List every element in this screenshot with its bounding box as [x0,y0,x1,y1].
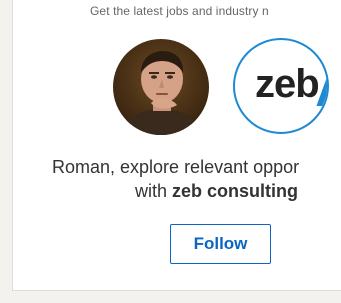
headline-company-name: zeb consulting [172,181,299,201]
company-logo-text: zeb [255,62,320,106]
headline-line2: with zeb consulting [135,179,298,203]
member-avatar [113,39,209,135]
follow-company-card: Get the latest jobs and industry n zeb R… [12,0,341,291]
headline-prefix: with [135,181,173,201]
follow-button[interactable]: Follow [170,224,271,264]
card-tagline: Get the latest jobs and industry n [90,4,269,18]
company-logo[interactable]: zeb [233,38,329,134]
person-photo-icon [113,39,209,135]
headline-line1: Roman, explore relevant oppor [52,157,300,177]
